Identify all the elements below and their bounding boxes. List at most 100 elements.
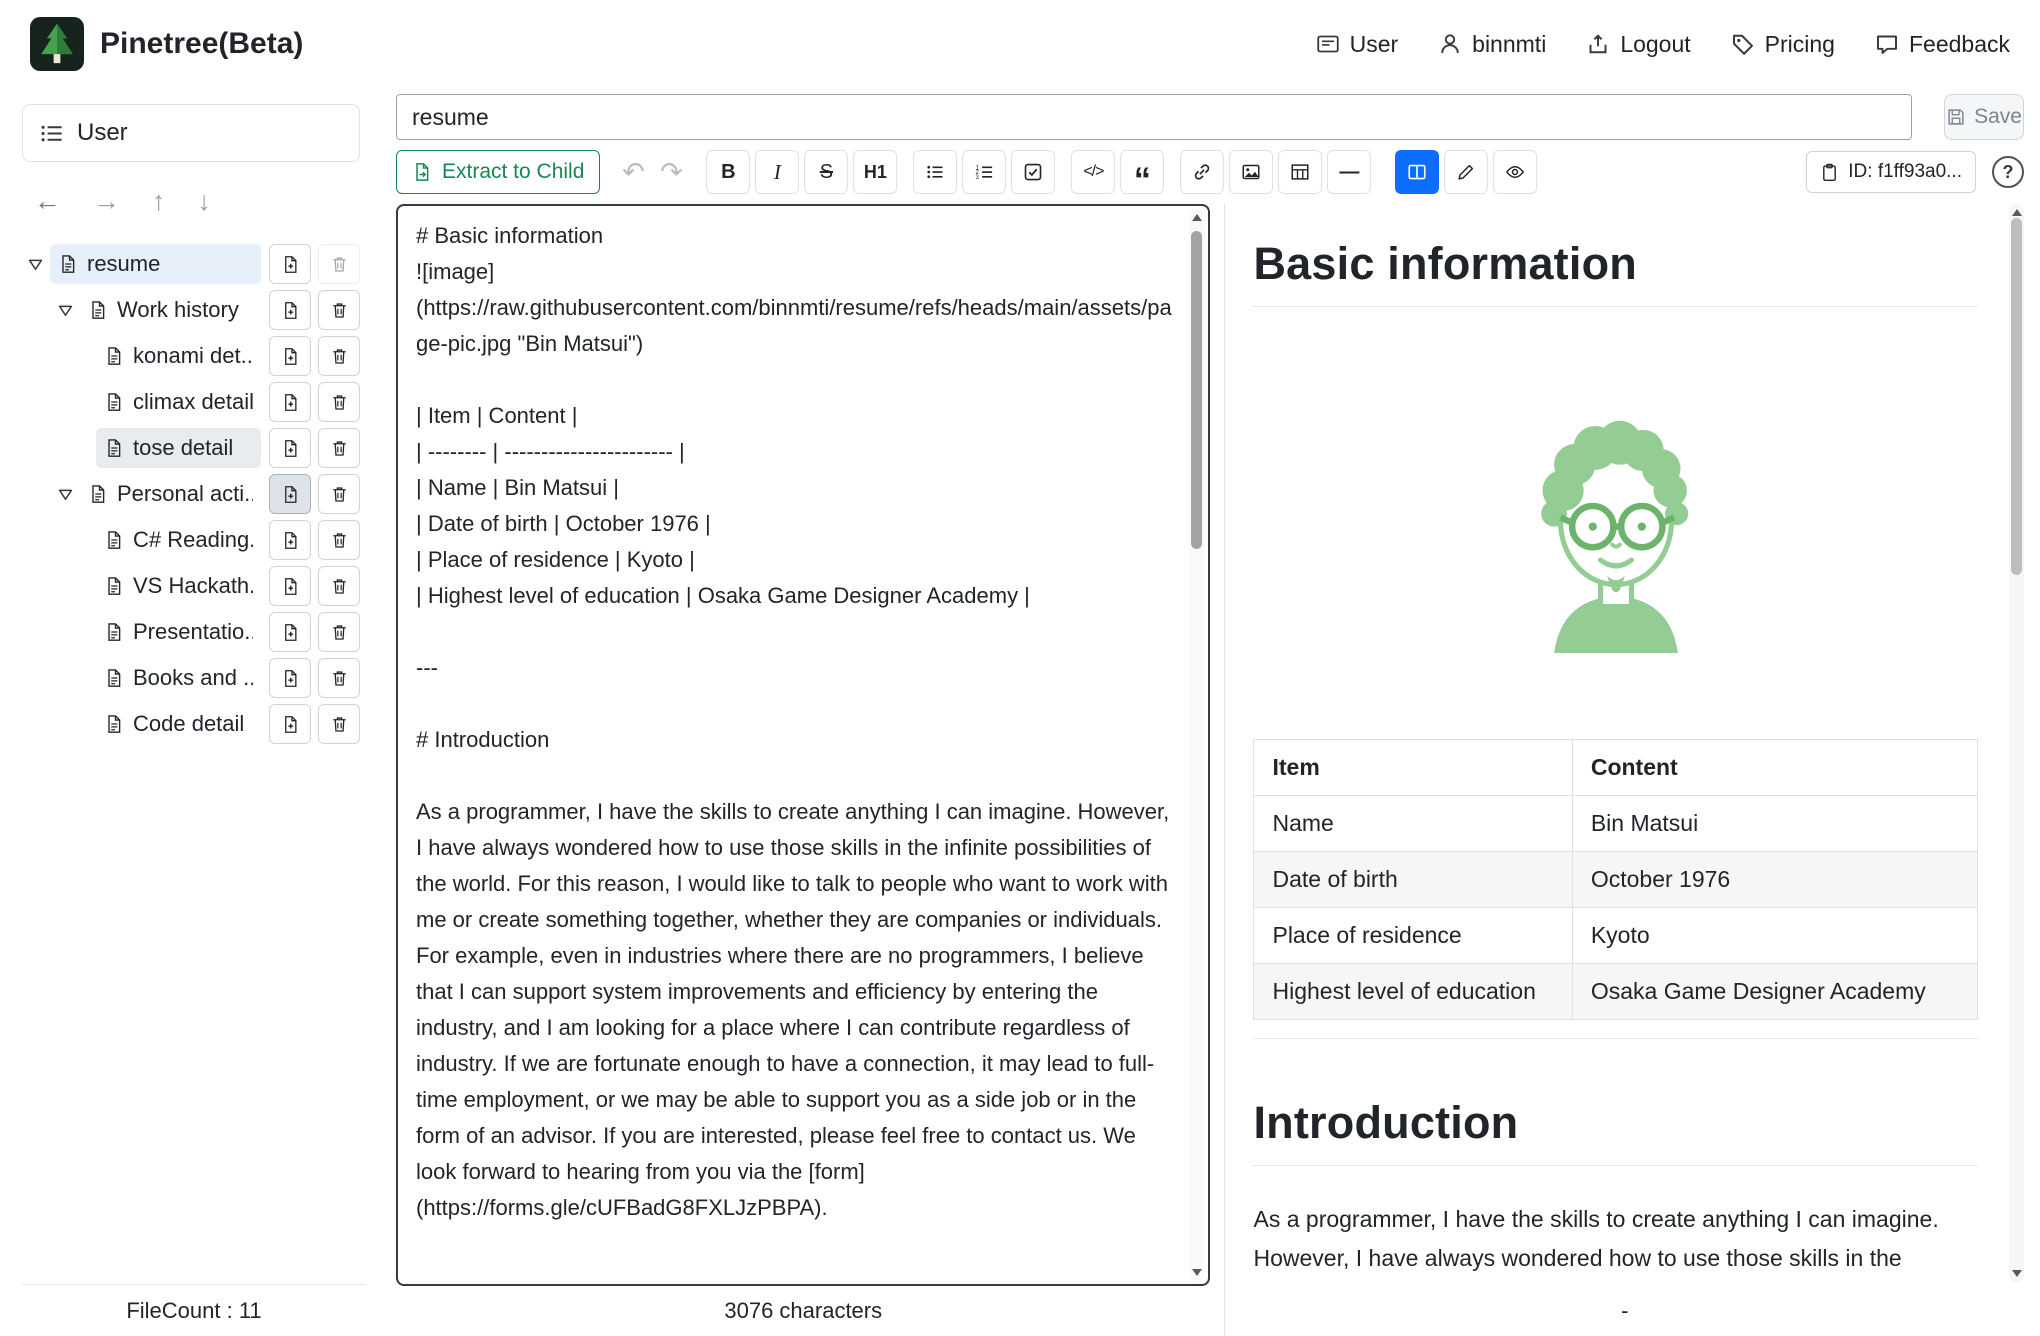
strikethrough-button[interactable]: S	[804, 150, 848, 194]
tree-item[interactable]: konami det...	[22, 333, 376, 379]
tree-item-label: VS Hackath...	[133, 573, 253, 599]
add-child-file-button[interactable]	[269, 382, 311, 422]
tree-item[interactable]: Personal acti...	[22, 471, 376, 517]
file-plus-icon	[281, 255, 300, 274]
tree-item-label: C# Reading...	[133, 527, 253, 553]
italic-button[interactable]: I	[755, 150, 799, 194]
tree-item-label: Books and ...	[133, 665, 253, 691]
chat-bubble-icon	[1875, 32, 1899, 56]
delete-file-button[interactable]	[318, 658, 360, 698]
file-plus-icon	[281, 715, 300, 734]
file-plus-icon	[281, 393, 300, 412]
tree-item[interactable]: Books and ...	[22, 655, 376, 701]
ordered-list-button[interactable]	[962, 150, 1006, 194]
image-button[interactable]	[1229, 150, 1273, 194]
delete-file-button[interactable]	[318, 474, 360, 514]
delete-file-button[interactable]	[318, 382, 360, 422]
caret-down-icon[interactable]	[56, 485, 75, 504]
nav-down-button[interactable]: ↓	[198, 186, 212, 217]
scroll-up-arrow[interactable]	[2012, 209, 2022, 216]
add-child-file-button[interactable]	[269, 290, 311, 330]
help-button[interactable]: ?	[1992, 156, 2024, 188]
tree-item-label: Work history	[117, 297, 239, 323]
delete-file-button[interactable]	[318, 520, 360, 560]
delete-file-button[interactable]	[318, 428, 360, 468]
tree-item[interactable]: VS Hackath...	[22, 563, 376, 609]
save-button[interactable]: Save	[1944, 94, 2024, 140]
caret-down-icon[interactable]	[56, 301, 75, 320]
file-plus-icon	[281, 485, 300, 504]
person-icon	[1438, 32, 1462, 56]
tree-item[interactable]: C# Reading...	[22, 517, 376, 563]
delete-file-button[interactable]	[318, 290, 360, 330]
preview-view-toggle[interactable]	[1493, 150, 1537, 194]
nav-feedback[interactable]: Feedback	[1875, 31, 2010, 58]
scrollbar-thumb[interactable]	[2011, 218, 2022, 575]
checklist-button[interactable]	[1011, 150, 1055, 194]
nav-back-button[interactable]: ←	[34, 186, 61, 217]
delete-file-button[interactable]	[318, 336, 360, 376]
table-button[interactable]	[1278, 150, 1322, 194]
markdown-editor[interactable]: # Basic information ![image] (https://ra…	[396, 204, 1210, 1286]
extract-to-child-button[interactable]: Extract to Child	[396, 150, 600, 194]
delete-file-button[interactable]	[318, 566, 360, 606]
add-child-file-button[interactable]	[269, 704, 311, 744]
add-child-file-button[interactable]	[269, 474, 311, 514]
add-child-file-button[interactable]	[269, 658, 311, 698]
add-child-file-button[interactable]	[269, 612, 311, 652]
table-cell: Place of residence	[1254, 908, 1572, 964]
caret-down-icon[interactable]	[26, 255, 45, 274]
nav-pricing[interactable]: Pricing	[1731, 31, 1835, 58]
blockquote-button[interactable]: “	[1120, 150, 1164, 194]
add-child-file-button[interactable]	[269, 520, 311, 560]
edit-view-toggle[interactable]	[1444, 150, 1488, 194]
add-child-file-button[interactable]	[269, 428, 311, 468]
bullet-list-button[interactable]	[913, 150, 957, 194]
link-button[interactable]	[1180, 150, 1224, 194]
nav-up-button[interactable]: ↑	[152, 186, 166, 217]
editor-scrollbar[interactable]	[1189, 209, 1204, 1281]
bold-button[interactable]: B	[706, 150, 750, 194]
tree-item-label: Personal acti...	[117, 481, 253, 507]
tree-item[interactable]: Code detail	[22, 701, 376, 747]
sidebar-user-box[interactable]: User	[22, 104, 360, 162]
horizontal-rule-button[interactable]: —	[1327, 150, 1371, 194]
file-plus-icon	[281, 623, 300, 642]
delete-file-button[interactable]	[318, 612, 360, 652]
scrollbar-thumb[interactable]	[1191, 231, 1202, 549]
trash-icon	[330, 669, 349, 688]
code-button[interactable]: </>	[1071, 150, 1115, 194]
list-group	[913, 150, 1055, 194]
add-child-file-button[interactable]	[269, 336, 311, 376]
nav-forward-button[interactable]: →	[93, 186, 120, 217]
tree-item-label: climax detail	[133, 389, 253, 415]
app-title: Pinetree(Beta)	[100, 27, 303, 61]
tree-item[interactable]: resume	[22, 241, 376, 287]
add-child-file-button[interactable]	[269, 566, 311, 606]
heading-button[interactable]: H1	[853, 150, 897, 194]
trash-icon	[330, 577, 349, 596]
nav-user[interactable]: User	[1316, 31, 1399, 58]
delete-file-button[interactable]	[318, 704, 360, 744]
nav-account[interactable]: binnmti	[1438, 31, 1546, 58]
tree-item[interactable]: climax detail	[22, 379, 376, 425]
nav-logout[interactable]: Logout	[1586, 31, 1690, 58]
tree-item-active[interactable]: tose detail	[22, 425, 376, 471]
file-icon	[104, 438, 124, 458]
scroll-down-arrow[interactable]	[2012, 1270, 2022, 1277]
scroll-up-arrow[interactable]	[1192, 214, 1202, 221]
document-title-input[interactable]	[396, 94, 1912, 140]
profile-avatar-image	[1487, 395, 1745, 653]
preview-scrollbar[interactable]	[2009, 204, 2024, 1282]
link-icon	[1192, 162, 1212, 182]
tree-item[interactable]: Presentatio...	[22, 609, 376, 655]
scroll-down-arrow[interactable]	[1192, 1269, 1202, 1276]
editor-toolbar: Extract to Child ↶ ↷ B I S H1 </>	[396, 150, 2024, 194]
redo-button[interactable]: ↷	[652, 150, 690, 194]
add-child-file-button[interactable]	[269, 244, 311, 284]
tree-item[interactable]: Work history	[22, 287, 376, 333]
undo-button[interactable]: ↶	[614, 150, 652, 194]
delete-file-button[interactable]	[318, 244, 360, 284]
document-id-button[interactable]: ID: f1ff93a0...	[1806, 151, 1976, 193]
split-view-toggle[interactable]	[1395, 150, 1439, 194]
